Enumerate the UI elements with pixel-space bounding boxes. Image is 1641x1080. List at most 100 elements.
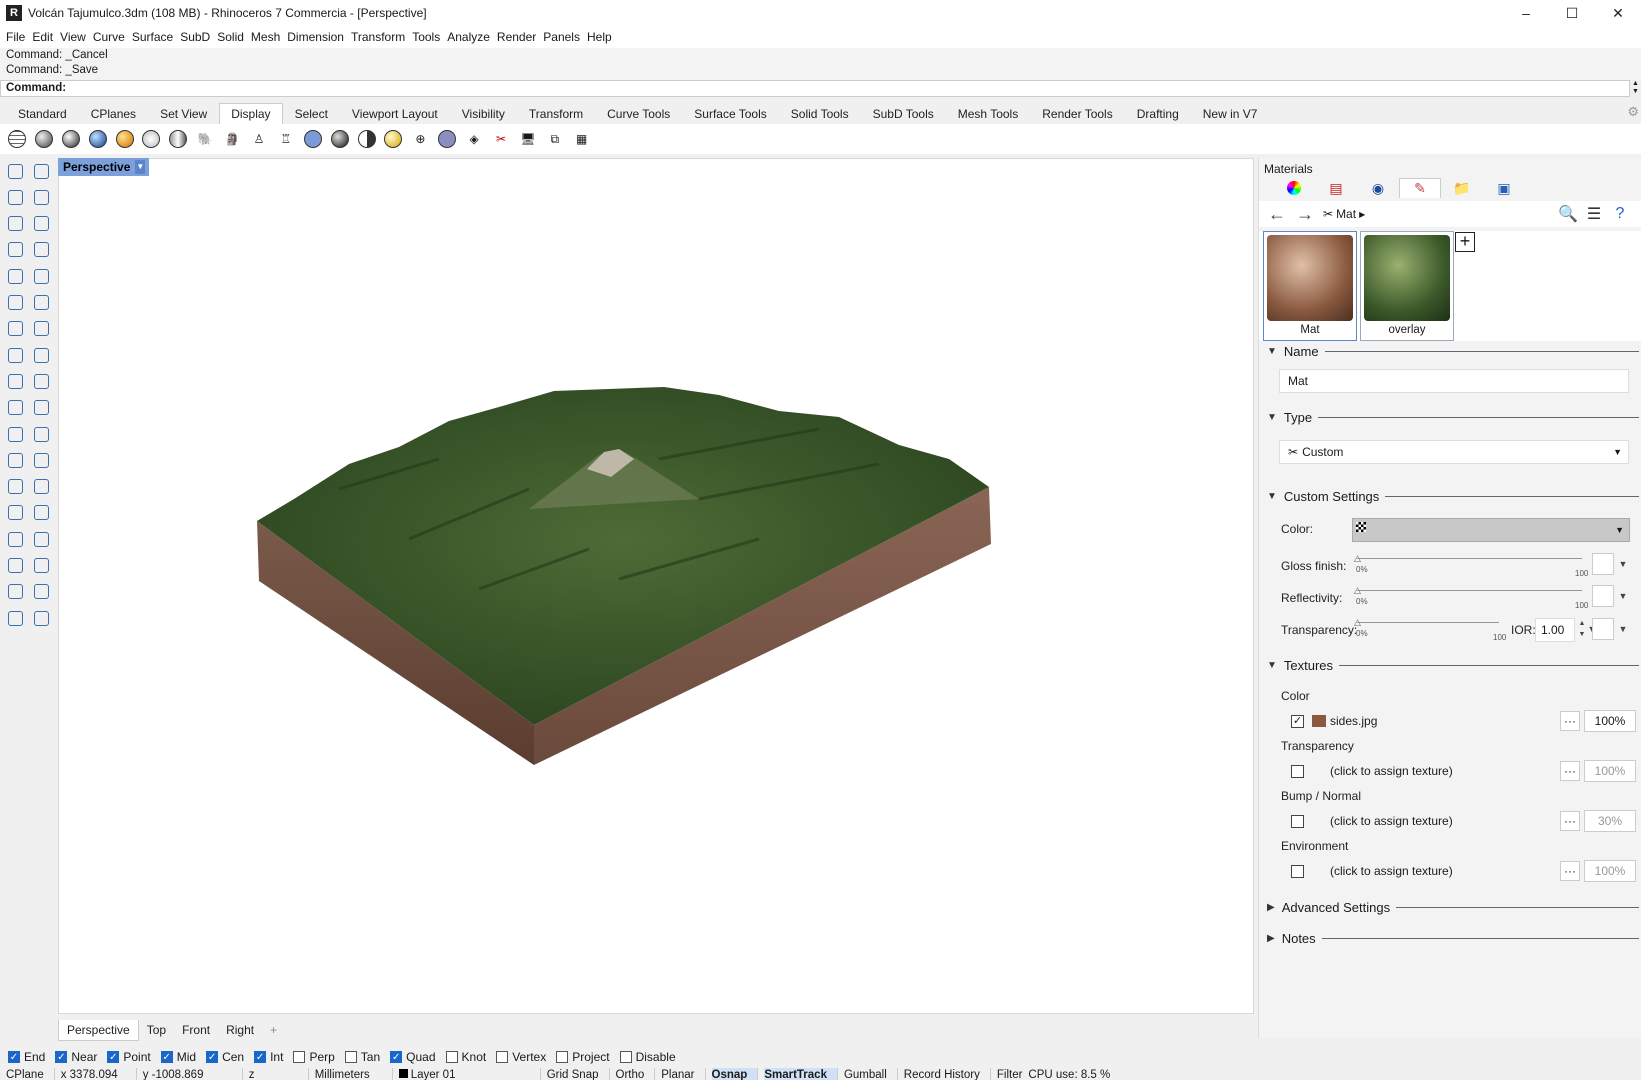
extrude-icon[interactable] <box>4 344 26 366</box>
material-swatch-mat[interactable]: Mat <box>1263 231 1357 341</box>
gloss-slider[interactable]: △ 0% 100 <box>1354 553 1588 578</box>
texture-transparency-file[interactable]: (click to assign texture) <box>1330 764 1560 778</box>
texture-environment-checkbox[interactable] <box>1291 864 1304 878</box>
dimension-icon[interactable] <box>30 476 52 498</box>
tab-curve-tools[interactable]: Curve Tools <box>595 103 682 124</box>
materials-tab-icon[interactable]: ✎ <box>1399 178 1441 198</box>
menu-transform[interactable]: Transform <box>351 26 412 48</box>
tab-select[interactable]: Select <box>283 103 340 124</box>
toolbar-settings-gear-icon[interactable]: ⚙ <box>1627 104 1639 120</box>
texture-environment-amount[interactable]: 100% <box>1584 860 1636 882</box>
osnap-checkbox[interactable]: ✓ <box>254 1051 267 1063</box>
texture-environment-browse-button[interactable]: ··· <box>1560 861 1580 881</box>
tab-solid-tools[interactable]: Solid Tools <box>779 103 861 124</box>
osnap-cen[interactable]: ✓ Cen <box>206 1050 244 1064</box>
render-mesh-icon[interactable]: ◈ <box>463 128 485 150</box>
artistic-icon[interactable]: 🗿 <box>221 128 243 150</box>
gear-icon[interactable] <box>4 370 26 392</box>
texture-bump-amount[interactable]: 30% <box>1584 810 1636 832</box>
offset-icon[interactable] <box>30 449 52 471</box>
fillet-icon[interactable] <box>30 265 52 287</box>
ghosted-icon[interactable] <box>140 128 162 150</box>
tab-set-view[interactable]: Set View <box>148 103 219 124</box>
clipping-plane-icon[interactable]: ✂ <box>490 128 512 150</box>
osnap-mid[interactable]: ✓ Mid <box>160 1050 196 1064</box>
gloss-value-box[interactable] <box>1592 553 1614 575</box>
status-planar[interactable]: Planar <box>661 1068 706 1080</box>
status-filter[interactable]: Filter <box>997 1068 1023 1080</box>
point-icon[interactable] <box>30 160 52 182</box>
render-mesh-icon[interactable] <box>4 607 26 629</box>
osnap-checkbox[interactable]: ✓ <box>206 1051 219 1063</box>
tab-display[interactable]: Display <box>219 103 283 124</box>
texture-color-amount[interactable]: 100% <box>1584 710 1636 732</box>
menu-hamburger-icon[interactable]: ☰ <box>1581 204 1607 224</box>
command-input[interactable]: Command: <box>0 80 1630 97</box>
command-scroll[interactable]: ▲ ▼ <box>1630 80 1641 97</box>
status-record-history[interactable]: Record History <box>904 1068 991 1080</box>
menu-tools[interactable]: Tools <box>412 26 447 48</box>
select-arrow-icon[interactable] <box>4 160 26 182</box>
fillet-edge-icon[interactable] <box>4 449 26 471</box>
monitor-icon[interactable]: 🖥 <box>517 128 539 150</box>
status-ortho[interactable]: Ortho <box>616 1068 656 1080</box>
analyze-icon[interactable] <box>4 581 26 603</box>
block-icon[interactable] <box>4 528 26 550</box>
section-textures-header[interactable]: ▼ Textures <box>1267 658 1639 673</box>
ellipse-icon[interactable] <box>30 213 52 235</box>
viewport-title[interactable]: Perspective ▼ <box>58 158 150 176</box>
osnap-knot[interactable]: Knot <box>445 1050 486 1064</box>
trim-icon[interactable] <box>4 397 26 419</box>
texture-transparency-checkbox[interactable] <box>1291 764 1304 778</box>
text-icon[interactable] <box>4 476 26 498</box>
osnap-int[interactable]: ✓ Int <box>254 1050 283 1064</box>
texture-color-file[interactable]: sides.jpg <box>1330 714 1560 728</box>
tab-drafting[interactable]: Drafting <box>1125 103 1191 124</box>
polyline-icon[interactable] <box>4 186 26 208</box>
texture-color-browse-button[interactable]: ··· <box>1560 711 1580 731</box>
array-icon[interactable] <box>4 502 26 524</box>
perspective-viewport[interactable] <box>58 158 1254 1014</box>
menu-analyze[interactable]: Analyze <box>447 26 497 48</box>
menu-panels[interactable]: Panels <box>543 26 587 48</box>
box-edges-icon[interactable]: ⧉ <box>544 128 566 150</box>
reflectivity-slider[interactable]: △ 0% 100 <box>1354 585 1588 610</box>
curve-icon[interactable] <box>30 186 52 208</box>
status-osnap[interactable]: Osnap <box>711 1068 759 1080</box>
section-name-header[interactable]: ▼ Name <box>1267 344 1639 359</box>
tab-standard[interactable]: Standard <box>6 103 79 124</box>
osnap-checkbox[interactable]: ✓ <box>55 1051 68 1063</box>
surface-icon[interactable] <box>4 292 26 314</box>
colored-cubes-icon[interactable]: ▦ <box>571 128 593 150</box>
osnap-near[interactable]: ✓ Near <box>55 1050 97 1064</box>
osnap-tan[interactable]: Tan <box>344 1050 380 1064</box>
menu-view[interactable]: View <box>60 26 93 48</box>
viewport-tab-right[interactable]: Right <box>218 1020 262 1040</box>
osnap-quad[interactable]: ✓ Quad <box>390 1050 436 1064</box>
menu-file[interactable]: File <box>6 26 32 48</box>
wireframe-icon[interactable] <box>6 128 28 150</box>
viewport-menu-arrow-icon[interactable]: ▼ <box>135 160 146 174</box>
osnap-project[interactable]: Project <box>556 1050 610 1064</box>
plane-icon[interactable] <box>30 344 52 366</box>
chevron-down-icon[interactable]: ▼ <box>1615 553 1631 575</box>
color-picker[interactable]: ▼ <box>1352 518 1630 542</box>
viewport-tab-top[interactable]: Top <box>139 1020 174 1040</box>
slider-thumb-icon[interactable]: △ <box>1354 553 1361 564</box>
pen-icon[interactable]: ♙ <box>248 128 270 150</box>
hatch-icon[interactable] <box>30 528 52 550</box>
shade-selected-icon[interactable] <box>356 128 378 150</box>
osnap-checkbox[interactable] <box>556 1051 569 1063</box>
technical-icon[interactable]: 🐘 <box>194 128 216 150</box>
target-icon[interactable]: ⊕ <box>409 128 431 150</box>
patch-icon[interactable] <box>30 292 52 314</box>
polygon-icon[interactable] <box>30 239 52 261</box>
menu-curve[interactable]: Curve <box>93 26 132 48</box>
rectangle-icon[interactable] <box>4 239 26 261</box>
menu-surface[interactable]: Surface <box>132 26 180 48</box>
reflectivity-value-box[interactable] <box>1592 585 1614 607</box>
texture-transparency-browse-button[interactable]: ··· <box>1560 761 1580 781</box>
osnap-vertex[interactable]: Vertex <box>496 1050 546 1064</box>
material-swatch-overlay[interactable]: overlay <box>1360 231 1454 341</box>
tab-transform[interactable]: Transform <box>517 103 595 124</box>
